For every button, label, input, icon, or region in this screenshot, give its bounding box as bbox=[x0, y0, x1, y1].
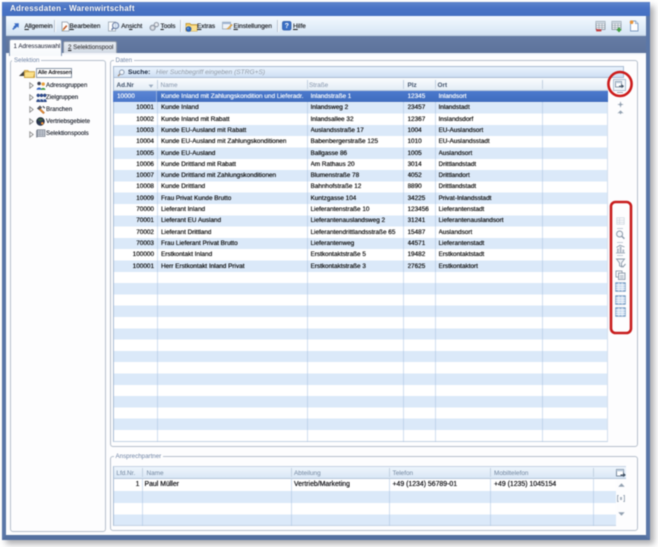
svg-text:?: ? bbox=[285, 22, 289, 30]
